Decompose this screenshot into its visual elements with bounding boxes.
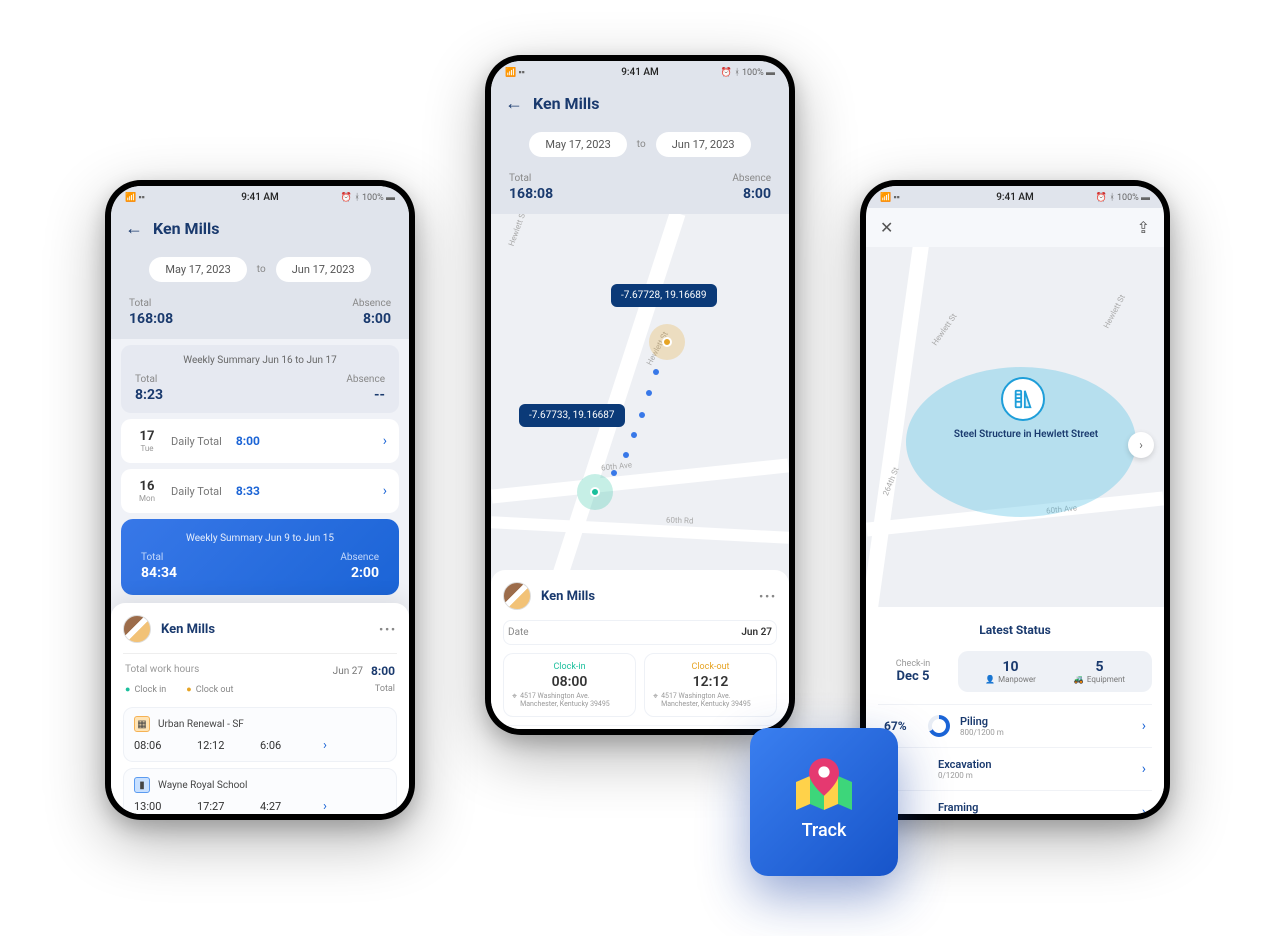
chevron-right-icon: › xyxy=(383,483,387,499)
chevron-right-icon: › xyxy=(323,738,386,753)
battery-icon: ⏰ ᚼ 100% ▬ xyxy=(721,67,775,78)
date-sep: to xyxy=(257,264,266,275)
more-icon[interactable]: ••• xyxy=(379,623,397,636)
status-bar: 📶 ▪▪ 9:41 AM ⏰ ᚼ 100% ▬ xyxy=(866,186,1164,208)
phone-location-detail: 📶 ▪▪ 9:41 AM ⏰ ᚼ 100% ▬ ← Ken Mills May … xyxy=(485,55,795,735)
phone-site-status: 📶 ▪▪ 9:41 AM ⏰ ᚼ 100% ▬ ✕ ⇪ Hewlett St H… xyxy=(860,180,1170,820)
chevron-right-icon: › xyxy=(1142,761,1146,777)
daily-row[interactable]: 16 Mon Daily Total 8:33 › xyxy=(121,469,399,513)
absence-label: Absence xyxy=(352,298,391,309)
project-icon: ▮ xyxy=(134,777,150,793)
legend: Clock in Clock out Total xyxy=(123,684,397,701)
date-range: May 17, 2023 to Jun 17, 2023 xyxy=(491,124,789,165)
battery-icon: ⏰ ᚼ 100% ▬ xyxy=(341,192,395,203)
status-bar: 📶 ▪▪ 9:41 AM ⏰ ᚼ 100% ▬ xyxy=(491,61,789,83)
progress-ring-icon xyxy=(928,715,950,737)
avatar[interactable] xyxy=(503,582,531,610)
project-row[interactable]: ▦ Urban Renewal - SF 08:06 12:12 6:06 › xyxy=(123,707,397,762)
topbar: ✕ ⇪ xyxy=(866,208,1164,247)
more-icon[interactable]: ••• xyxy=(759,590,777,603)
clock-in-pin[interactable] xyxy=(577,474,613,510)
next-site-button[interactable]: › xyxy=(1128,432,1154,458)
chevron-right-icon: › xyxy=(1142,718,1146,734)
progress-row[interactable]: 67% Piling 800/1200 m › xyxy=(878,704,1152,747)
track-label: Track xyxy=(802,820,847,841)
site-map[interactable]: Hewlett St Hewlett St 264th St 60th Ave … xyxy=(866,247,1164,607)
clock-detail-card: Ken Mills ••• Date Jun 27 Clock-in 08:00… xyxy=(491,570,789,729)
latest-title: Latest Status xyxy=(878,623,1152,637)
date-row: Date Jun 27 xyxy=(503,620,777,645)
signal-icon: 📶 ▪▪ xyxy=(880,192,900,203)
date-range: May 17, 2023 to Jun 17, 2023 xyxy=(111,249,409,290)
avatar[interactable] xyxy=(123,615,151,643)
date-to[interactable]: Jun 17, 2023 xyxy=(656,132,751,157)
site-pin-icon[interactable] xyxy=(1001,377,1045,421)
site-name: Steel Structure in Hewlett Street xyxy=(926,429,1126,440)
coord-tooltip: -7.67733, 19.16687 xyxy=(519,404,625,427)
total-value: 168:08 xyxy=(129,311,173,327)
battery-icon: ⏰ ᚼ 100% ▬ xyxy=(1096,192,1150,203)
close-icon[interactable]: ✕ xyxy=(880,218,893,237)
clock-in-box[interactable]: Clock-in 08:00 4517 Washington Ave. Manc… xyxy=(503,653,636,717)
resource-stats[interactable]: 10 👤Manpower 5 🚜Equipment xyxy=(958,651,1152,692)
signal-icon: 📶 ▪▪ xyxy=(505,67,525,78)
weekly-summary-active-card[interactable]: Weekly Summary Jun 9 to Jun 15 Total 84:… xyxy=(121,519,399,595)
checkin-col: Check-in Dec 5 xyxy=(878,651,948,692)
header: ← Ken Mills xyxy=(491,83,789,124)
daily-row[interactable]: 17 Tue Daily Total 8:00 › xyxy=(121,419,399,463)
signal-icon: 📶 ▪▪ xyxy=(125,192,145,203)
phone-timesheet-summary: 📶 ▪▪ 9:41 AM ⏰ ᚼ 100% ▬ ← Ken Mills May … xyxy=(105,180,415,820)
status-bar: 📶 ▪▪ 9:41 AM ⏰ ᚼ 100% ▬ xyxy=(111,186,409,208)
person-name: Ken Mills xyxy=(161,622,215,637)
chevron-right-icon: › xyxy=(383,433,387,449)
project-icon: ▦ xyxy=(134,716,150,732)
person-icon: 👤 xyxy=(985,675,995,684)
status-time: 9:41 AM xyxy=(241,192,279,203)
share-icon[interactable]: ⇪ xyxy=(1137,218,1150,237)
clock-out-pin[interactable] xyxy=(649,324,685,360)
date-from[interactable]: May 17, 2023 xyxy=(149,257,246,282)
progress-row[interactable]: Framing 2/10,000 bf › xyxy=(878,790,1152,814)
absence-value: 8:00 xyxy=(363,311,391,327)
twh-label: Total work hours xyxy=(125,664,199,678)
equipment-icon: 🚜 xyxy=(1074,675,1084,684)
totals-row: Total 168:08 Absence 8:00 xyxy=(111,290,409,339)
totals-row: Total 168:08 Absence 8:00 xyxy=(491,165,789,214)
header: ← Ken Mills xyxy=(111,208,409,249)
project-row[interactable]: ▮ Wayne Royal School 13:00 17:27 4:27 › xyxy=(123,768,397,814)
chevron-right-icon: › xyxy=(323,799,386,814)
track-badge[interactable]: Track xyxy=(750,728,898,876)
back-arrow-icon[interactable]: ← xyxy=(505,93,523,114)
back-arrow-icon[interactable]: ← xyxy=(125,218,143,239)
person-name: Ken Mills xyxy=(541,589,595,604)
page-title: Ken Mills xyxy=(153,219,219,238)
date-to[interactable]: Jun 17, 2023 xyxy=(276,257,371,282)
page-title: Ken Mills xyxy=(533,94,599,113)
weekly-summary-card[interactable]: Weekly Summary Jun 16 to Jun 17 Total 8:… xyxy=(121,345,399,413)
weekly-title: Weekly Summary Jun 16 to Jun 17 xyxy=(131,355,389,366)
total-hours-row: Total hours Urban Renewal - SF 6:06 xyxy=(503,725,777,729)
chevron-right-icon: › xyxy=(1142,804,1146,814)
date-from[interactable]: May 17, 2023 xyxy=(529,132,626,157)
person-detail-card: Ken Mills ••• Total work hours Jun 27 8:… xyxy=(111,603,409,814)
coord-tooltip: -7.67728, 19.16689 xyxy=(611,284,717,307)
clock-out-box[interactable]: Clock-out 12:12 4517 Washington Ave. Man… xyxy=(644,653,777,717)
total-label: Total xyxy=(129,298,173,309)
map[interactable]: Hewlett St Hewlett St 60th Ave 60th Rd -… xyxy=(491,214,789,584)
latest-status-card: Latest Status Check-in Dec 5 10 👤Manpowe… xyxy=(866,607,1164,814)
progress-row[interactable]: Excavation 0/1200 m › xyxy=(878,747,1152,790)
map-pin-icon xyxy=(796,764,852,810)
